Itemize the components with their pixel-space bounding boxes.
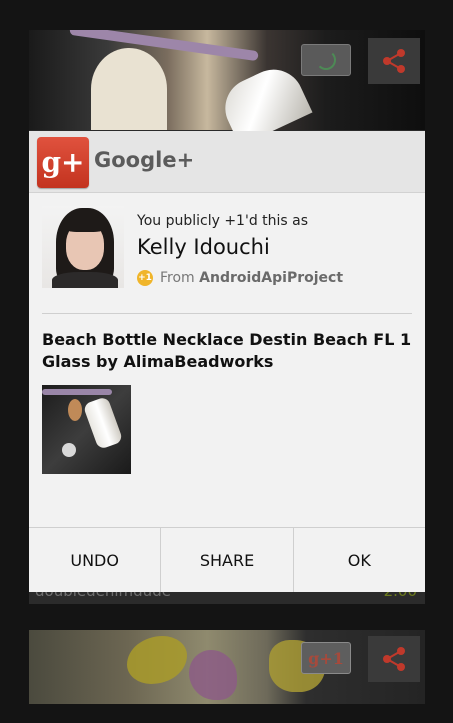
- share-icon: [383, 49, 405, 73]
- post-thumbnail: [42, 385, 131, 474]
- card-photo: [29, 30, 425, 147]
- feed-card-butterflies: g+1: [29, 630, 425, 704]
- google-plus-one-badge-icon: +1: [137, 270, 153, 286]
- thumb-shell: [68, 399, 82, 421]
- from-prefix: From: [160, 270, 195, 286]
- share-icon: [383, 647, 405, 671]
- share-dialog-button[interactable]: SHARE: [160, 528, 293, 592]
- butterfly-wing: [127, 636, 187, 684]
- card-photo: [29, 630, 425, 704]
- loading-spinner-icon: [316, 50, 336, 70]
- google-plus-logo: g+: [37, 137, 89, 188]
- post-title: Beach Bottle Necklace Destin Beach FL 1 …: [42, 330, 412, 371]
- photo-strap: [69, 30, 259, 62]
- share-button[interactable]: [368, 38, 420, 84]
- butterfly-wing: [189, 650, 237, 700]
- ok-button[interactable]: OK: [292, 528, 425, 592]
- dialog-button-bar: UNDO SHARE OK: [29, 527, 425, 592]
- plus-one-button[interactable]: g+1: [301, 642, 351, 674]
- thumb-bottle: [82, 396, 124, 450]
- share-button[interactable]: [368, 636, 420, 682]
- thumb-strap: [42, 389, 112, 395]
- avatar-shirt: [52, 272, 118, 288]
- activity-text: You publicly +1'd this as: [137, 213, 309, 229]
- divider: [42, 313, 412, 314]
- avatar-bangs: [64, 216, 106, 232]
- google-plus-dialog: g+ Google+ You publicly +1'd this as Kel…: [29, 131, 425, 592]
- undo-button[interactable]: UNDO: [29, 528, 161, 592]
- from-app-line: From AndroidApiProject: [160, 270, 343, 286]
- user-name: Kelly Idouchi: [137, 235, 270, 259]
- thumb-charm: [62, 443, 76, 457]
- dialog-title: Google+: [94, 148, 195, 172]
- dialog-header: g+ Google+: [29, 131, 425, 193]
- avatar: [42, 206, 124, 288]
- photo-shell: [91, 48, 167, 130]
- from-app-name: AndroidApiProject: [199, 270, 344, 286]
- plus-one-loading-button[interactable]: [301, 44, 351, 76]
